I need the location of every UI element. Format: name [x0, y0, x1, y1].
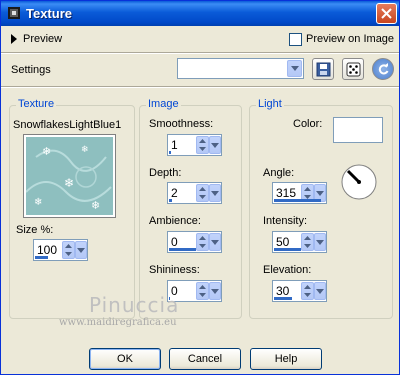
- watermark-url: www.maidiregrafica.eu: [59, 317, 177, 328]
- snowflake-texture-image: ❄ ❄ ❄ ❄ ❄: [26, 137, 113, 215]
- settings-preset-select[interactable]: [177, 58, 304, 79]
- spinner-arrows-icon[interactable]: [196, 233, 209, 251]
- preview-on-image-checkbox[interactable]: [289, 33, 302, 46]
- reset-button[interactable]: [372, 58, 394, 80]
- close-button[interactable]: [376, 3, 397, 24]
- elevation-level-bar: [274, 297, 292, 300]
- angle-value: 315: [276, 186, 297, 200]
- svg-text:❄: ❄: [34, 197, 42, 208]
- preview-row: Preview Preview on Image: [1, 29, 399, 51]
- close-icon: [381, 8, 392, 19]
- smoothness-level-bar: [169, 151, 171, 154]
- randomize-button[interactable]: [342, 58, 364, 80]
- svg-text:❄: ❄: [91, 200, 100, 212]
- texture-group-title: Texture: [16, 98, 57, 110]
- app-icon: [8, 7, 20, 19]
- preview-toggle[interactable]: Preview: [23, 33, 62, 45]
- elevation-label: Elevation:: [263, 264, 312, 276]
- intensity-spinner[interactable]: 50: [272, 231, 327, 253]
- cancel-button[interactable]: Cancel: [169, 348, 241, 370]
- ambience-spinner[interactable]: 0: [167, 231, 222, 253]
- watermark-name: Pinuccia: [89, 293, 180, 317]
- color-label: Color:: [293, 118, 323, 130]
- expand-arrow-icon[interactable]: [11, 34, 17, 44]
- size-level-bar: [35, 256, 48, 259]
- chevron-down-icon[interactable]: [314, 233, 326, 251]
- chevron-down-icon[interactable]: [314, 282, 326, 300]
- intensity-level-bar: [274, 248, 301, 251]
- window-title: Texture: [26, 6, 72, 21]
- spinner-arrows-icon[interactable]: [196, 136, 209, 154]
- ambience-level-bar: [169, 248, 196, 251]
- chevron-down-icon[interactable]: [209, 282, 221, 300]
- svg-text:❄: ❄: [81, 144, 89, 154]
- texture-dialog: Texture Preview Preview on Image Setting…: [0, 0, 400, 375]
- ambience-value: 0: [171, 235, 178, 249]
- chevron-down-icon[interactable]: [209, 136, 221, 154]
- svg-text:❄: ❄: [64, 176, 74, 190]
- angle-level-bar: [274, 199, 321, 202]
- settings-label: Settings: [11, 64, 51, 76]
- spinner-arrows-icon[interactable]: [301, 233, 314, 251]
- spinner-arrows-icon[interactable]: [196, 282, 209, 300]
- reset-icon: [378, 62, 388, 74]
- chevron-down-icon[interactable]: [209, 233, 221, 251]
- size-spinner[interactable]: 100: [33, 239, 88, 261]
- spinner-arrows-icon[interactable]: [196, 184, 209, 202]
- intensity-label: Intensity:: [263, 215, 308, 227]
- divider: [1, 86, 399, 88]
- angle-label: Angle:: [263, 167, 295, 179]
- smoothness-label: Smoothness:: [149, 118, 214, 130]
- texture-name: SnowflakesLightBlue1: [13, 119, 122, 131]
- size-value: 100: [37, 243, 58, 257]
- ambience-label: Ambience:: [149, 215, 201, 227]
- light-color-swatch[interactable]: [333, 117, 383, 143]
- depth-value: 2: [171, 186, 178, 200]
- light-group-title: Light: [256, 98, 284, 110]
- smoothness-spinner[interactable]: 1: [167, 134, 222, 156]
- elevation-value: 30: [276, 284, 290, 298]
- smoothness-value: 1: [171, 138, 178, 152]
- depth-level-bar: [169, 199, 172, 202]
- dice-icon: [346, 62, 360, 76]
- angle-spinner[interactable]: 315: [272, 182, 327, 204]
- save-icon: [316, 62, 330, 76]
- title-bar[interactable]: Texture: [1, 1, 399, 26]
- depth-label: Depth:: [149, 167, 182, 179]
- texture-preview-swatch[interactable]: ❄ ❄ ❄ ❄ ❄: [23, 134, 116, 218]
- divider: [1, 52, 399, 54]
- svg-text:❄: ❄: [42, 146, 51, 158]
- chevron-down-icon[interactable]: [209, 184, 221, 202]
- angle-dial[interactable]: [341, 164, 377, 200]
- image-group-title: Image: [146, 98, 181, 110]
- depth-spinner[interactable]: 2: [167, 182, 222, 204]
- elevation-spinner[interactable]: 30: [272, 280, 327, 302]
- size-label: Size %:: [16, 224, 54, 236]
- save-preset-button[interactable]: [312, 58, 334, 80]
- spinner-arrows-icon[interactable]: [301, 282, 314, 300]
- chevron-down-icon[interactable]: [287, 60, 302, 77]
- ok-button[interactable]: OK: [89, 348, 161, 370]
- help-button[interactable]: Help: [250, 348, 322, 370]
- chevron-down-icon[interactable]: [75, 241, 87, 259]
- intensity-value: 50: [276, 235, 290, 249]
- shininess-label: Shininess:: [149, 264, 200, 276]
- spinner-arrows-icon[interactable]: [62, 241, 75, 259]
- preview-on-image-label[interactable]: Preview on Image: [306, 33, 394, 45]
